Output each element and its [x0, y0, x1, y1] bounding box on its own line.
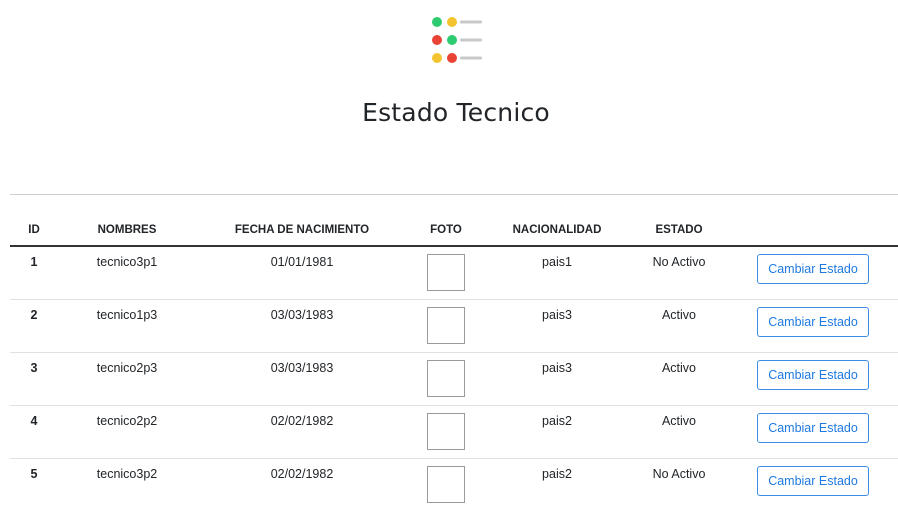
logo-line	[460, 38, 482, 42]
cell-accion: Cambiar Estado	[728, 405, 898, 459]
table-body: 1 tecnico3p1 01/01/1981 pais1 No Activo …	[10, 246, 898, 511]
logo-dot	[447, 17, 457, 27]
cell-accion: Cambiar Estado	[728, 352, 898, 406]
cell-fecha: 01/01/1981	[196, 246, 408, 300]
cell-estado: Activo	[630, 352, 728, 406]
logo-dot	[432, 17, 442, 27]
cell-foto	[408, 352, 484, 406]
cambiar-estado-button[interactable]: Cambiar Estado	[757, 306, 869, 337]
cell-foto	[408, 299, 484, 353]
foto-image	[427, 359, 465, 397]
cell-fecha: 03/03/1983	[196, 299, 408, 353]
logo-line	[460, 20, 482, 24]
header-id[interactable]: ID	[10, 215, 58, 247]
cambiar-estado-button[interactable]: Cambiar Estado	[757, 465, 869, 496]
cell-estado: Activo	[630, 299, 728, 353]
cell-nombres: tecnico3p1	[58, 246, 196, 300]
cell-nacionalidad: pais3	[484, 299, 630, 353]
cell-foto	[408, 246, 484, 300]
cell-estado: Activo	[630, 405, 728, 459]
cell-estado: No Activo	[652, 466, 706, 481]
table-row: 5 tecnico3p2 02/02/1982 pais2 No Activo …	[10, 458, 898, 511]
cell-fecha: 03/03/1983	[196, 352, 408, 406]
header-estado[interactable]: ESTADO	[630, 215, 728, 247]
header-accion	[728, 215, 898, 247]
foto-image	[427, 306, 465, 344]
cell-nacionalidad: pais2	[484, 405, 630, 459]
foto-image	[427, 465, 465, 503]
cell-foto	[408, 405, 484, 459]
table-row: 1 tecnico3p1 01/01/1981 pais1 No Activo …	[10, 246, 898, 300]
cell-nombres: tecnico2p3	[58, 352, 196, 406]
cell-id: 4	[10, 405, 58, 459]
logo-dot	[447, 35, 457, 45]
cell-accion: Cambiar Estado	[728, 246, 898, 300]
logo-line	[460, 56, 482, 60]
logo-dot	[432, 53, 442, 63]
cell-id: 2	[10, 299, 58, 353]
cell-accion: Cambiar Estado	[728, 299, 898, 353]
header-fecha-nacimiento[interactable]: FECHA DE NACIMIENTO	[196, 215, 408, 247]
header-nombres[interactable]: NOMBRES	[58, 215, 196, 247]
tecnicos-table: ID NOMBRES FECHA DE NACIMIENTO FOTO NACI…	[10, 215, 898, 511]
cambiar-estado-button[interactable]: Cambiar Estado	[757, 254, 869, 284]
cell-estado: No Activo	[630, 246, 728, 300]
page-title: Estado Tecnico	[362, 98, 550, 127]
cell-id: 1	[10, 246, 58, 300]
table-row: 4 tecnico2p2 02/02/1982 pais2 Activo Cam…	[10, 405, 898, 459]
cambiar-estado-button[interactable]: Cambiar Estado	[757, 412, 869, 443]
foto-image	[427, 412, 465, 450]
cell-fecha: 02/02/1982	[270, 466, 334, 481]
cell-nacionalidad: pais1	[484, 246, 630, 300]
cell-nombres: tecnico1p3	[58, 299, 196, 353]
logo-dot	[432, 35, 442, 45]
cell-foto	[408, 458, 484, 511]
table-header: ID NOMBRES FECHA DE NACIMIENTO FOTO NACI…	[10, 215, 898, 247]
cell-nacionalidad: pais2	[542, 466, 572, 481]
table-row: 2 tecnico1p3 03/03/1983 pais3 Activo Cam…	[10, 299, 898, 353]
cell-accion: Cambiar Estado	[728, 458, 898, 511]
cell-id: 3	[10, 352, 58, 406]
cambiar-estado-button[interactable]: Cambiar Estado	[757, 359, 869, 390]
status-list-icon	[432, 17, 482, 63]
cell-nombres: tecnico3p2	[96, 466, 158, 481]
logo-dot	[447, 53, 457, 63]
foto-image	[427, 254, 465, 291]
cell-nacionalidad: pais3	[484, 352, 630, 406]
header-foto[interactable]: FOTO	[408, 215, 484, 247]
cell-nombres: tecnico2p2	[58, 405, 196, 459]
divider	[10, 194, 898, 195]
header-nacionalidad[interactable]: NACIONALIDAD	[484, 215, 630, 247]
cell-fecha: 02/02/1982	[196, 405, 408, 459]
cell-id: 5	[30, 466, 38, 481]
header-row: ID NOMBRES FECHA DE NACIMIENTO FOTO NACI…	[10, 215, 898, 247]
table-row: 3 tecnico2p3 03/03/1983 pais3 Activo Cam…	[10, 352, 898, 406]
